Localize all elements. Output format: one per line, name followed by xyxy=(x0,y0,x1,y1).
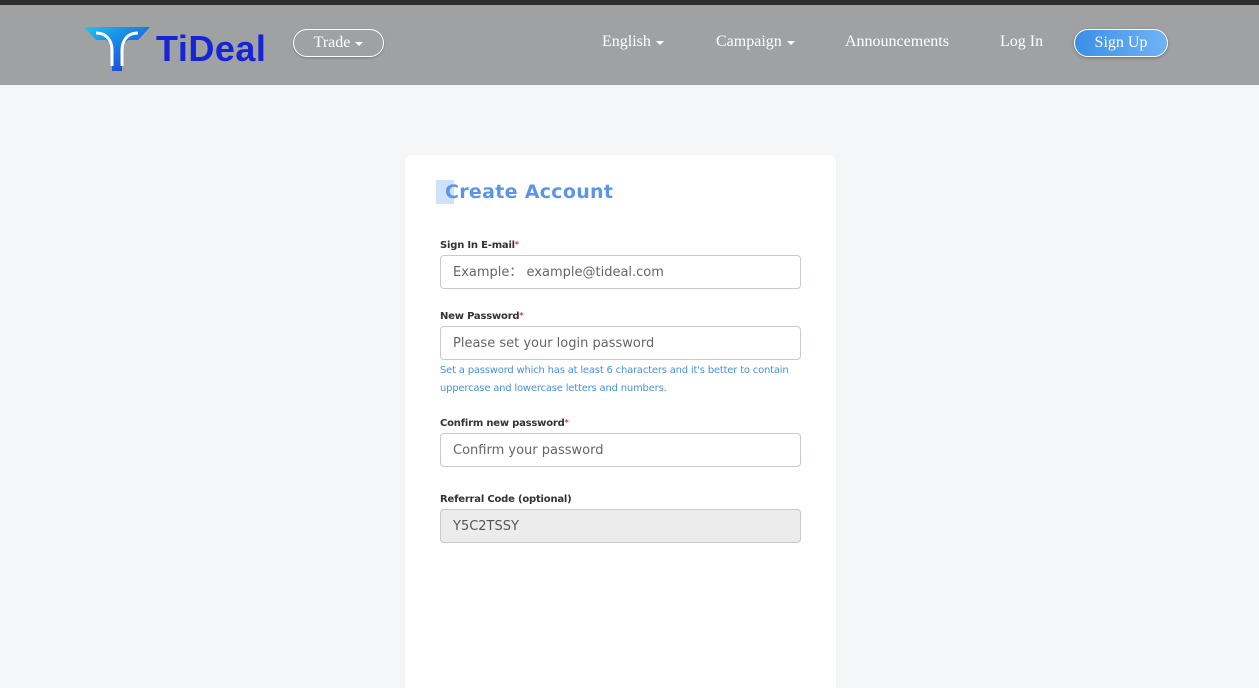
confirm-password-field[interactable] xyxy=(440,433,801,467)
language-label: English xyxy=(602,33,651,50)
announcements-link[interactable]: Announcements xyxy=(845,33,949,51)
chevron-down-icon xyxy=(786,41,795,45)
trade-label: Trade xyxy=(313,34,351,51)
referral-code-field xyxy=(440,509,801,543)
email-field[interactable] xyxy=(440,255,801,289)
required-mark: * xyxy=(564,418,569,427)
announcements-label: Announcements xyxy=(845,33,949,50)
new-password-label: New Password* xyxy=(440,311,524,322)
required-mark: * xyxy=(514,240,519,249)
create-account-card: Create Account Sign In E-mail* New Passw… xyxy=(405,155,836,688)
password-hint: Set a password which has at least 6 char… xyxy=(440,365,789,394)
chevron-down-icon xyxy=(355,42,364,46)
logo-text: TiDeal xyxy=(156,28,267,69)
login-label: Log In xyxy=(1000,33,1044,50)
email-label: Sign In E-mail* xyxy=(440,240,519,251)
navbar: TiDeal Trade English Campaign Announceme… xyxy=(0,5,1259,85)
page-title: Create Account xyxy=(445,181,614,203)
language-dropdown[interactable]: English xyxy=(602,33,664,51)
trade-dropdown[interactable]: Trade xyxy=(293,29,384,57)
logo[interactable]: TiDeal xyxy=(82,23,266,75)
signup-button[interactable]: Sign Up xyxy=(1074,29,1168,57)
tideal-logo-icon xyxy=(84,27,150,71)
campaign-label: Campaign xyxy=(716,33,782,50)
chevron-down-icon xyxy=(655,41,664,45)
signup-label: Sign Up xyxy=(1094,34,1148,51)
confirm-password-label: Confirm new password* xyxy=(440,418,569,429)
required-mark: * xyxy=(519,311,524,320)
login-link[interactable]: Log In xyxy=(1000,33,1043,51)
campaign-dropdown[interactable]: Campaign xyxy=(716,33,795,51)
referral-label: Referral Code (optional) xyxy=(440,494,572,505)
new-password-field[interactable] xyxy=(440,326,801,360)
